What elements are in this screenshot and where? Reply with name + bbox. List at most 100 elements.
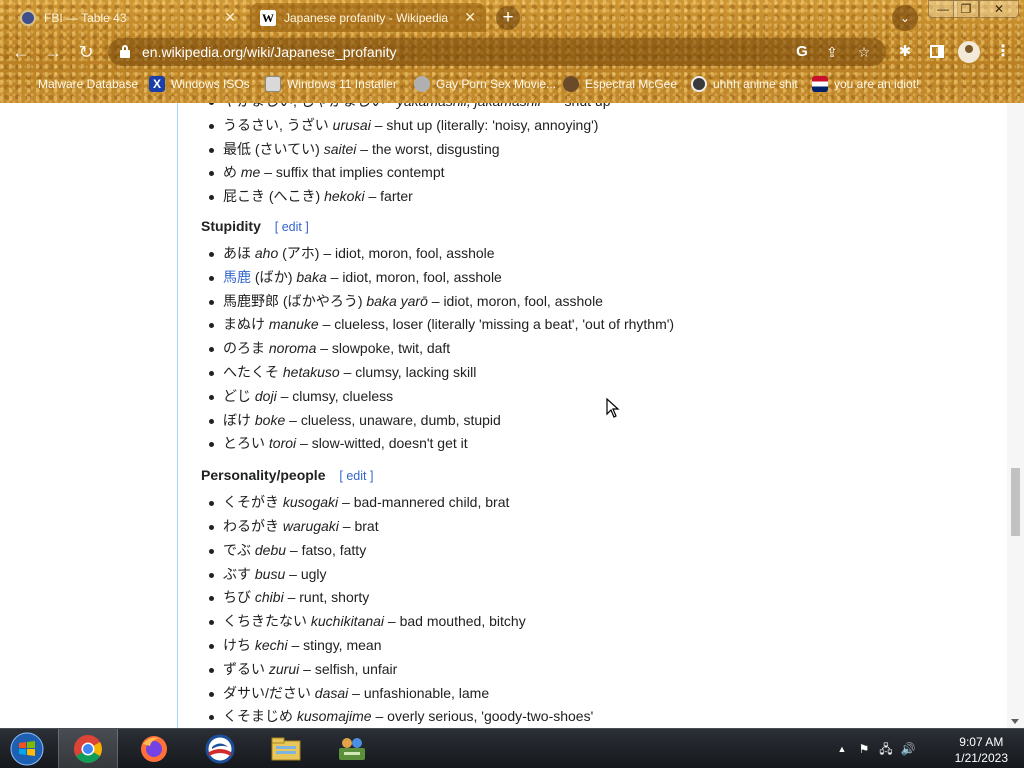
taskbar-chrome[interactable] (58, 729, 118, 768)
term-japanese: とろい (223, 435, 265, 452)
term-japanese: 馬鹿野郎 (ばかやろう) (223, 292, 363, 309)
close-tab-icon[interactable]: ✕ (464, 9, 476, 26)
bookmark-star-icon[interactable]: ☆ (854, 42, 874, 62)
bookmark-gay-porn-sex-movie[interactable]: Gay Porn Sex Movie... (414, 75, 556, 93)
mouse-cursor-icon (606, 398, 620, 418)
term-item: 最低 (さいてい) saitei – the worst, disgusting (201, 138, 981, 162)
taskbar-firefox[interactable] (124, 729, 184, 768)
windows-taskbar: ▲ ⚑ 🖧 🔊 9:07 AM 1/21/2023 (0, 728, 1024, 768)
bookmark-label: Gay Porn Sex Movie... (436, 77, 557, 91)
term-meaning: – clumsy, lacking skill (339, 363, 477, 380)
term-item: わるがき warugaki – brat (201, 515, 981, 539)
bookmark-uhhh-anime-shit[interactable]: uhhh anime shit (691, 75, 798, 93)
term-item: め me – suffix that implies contempt (201, 161, 981, 185)
term-japanese: くちきたない (223, 613, 307, 630)
bookmark-label: uhhh anime shit (713, 77, 798, 91)
lock-icon[interactable] (120, 45, 130, 58)
edit-link-anchor[interactable]: edit (346, 469, 366, 483)
term-item: くそがき kusogaki – bad-mannered child, brat (201, 491, 981, 515)
term-item: ぼけ boke – clueless, unaware, dumb, stupi… (201, 409, 981, 433)
taskbar-file-explorer[interactable] (256, 729, 316, 768)
installer-icon (265, 76, 281, 92)
term-romaji: toroi (268, 435, 297, 452)
tab-japanese-profanity[interactable]: W Japanese profanity - Wikipedia ✕ (250, 3, 486, 32)
term-japanese: ぼけ (223, 411, 251, 428)
tab-fbi-table[interactable]: FBI — Table 43 ✕ (10, 3, 246, 32)
bookmark-you-are-an-idiot[interactable]: you are an idiot! (812, 75, 919, 93)
maximize-button[interactable]: ❐ (953, 0, 979, 18)
address-bar[interactable]: en.wikipedia.org/wiki/Japanese_profanity… (108, 38, 886, 66)
term-item: 馬鹿野郎 (ばかやろう) baka yarō – idiot, moron, f… (201, 290, 981, 314)
term-japanese: やかましい, じゃかましい~ (223, 103, 393, 109)
vertical-scrollbar[interactable] (1007, 103, 1024, 728)
back-button[interactable]: ← (9, 40, 33, 64)
term-item: けち kechi – stingy, mean (201, 634, 981, 658)
reload-button[interactable]: ↻ (74, 40, 98, 64)
term-meaning: – idiot, moron, fool, asshole (326, 268, 502, 285)
start-button[interactable] (0, 729, 54, 768)
term-item: やかましい, じゃかましい~ yakamashii, jakamashii~ –… (201, 103, 981, 114)
tab-title: Japanese profanity - Wikipedia (284, 10, 449, 25)
close-tab-icon[interactable]: ✕ (224, 9, 236, 26)
edit-link: [ edit ] (339, 469, 374, 484)
term-link[interactable]: 馬鹿 (223, 269, 251, 285)
term-meaning: – idiot, moron, fool, asshole (319, 244, 495, 261)
term-meaning: – stingy, mean (287, 636, 382, 653)
bookmark-windows-isos[interactable]: X Windows ISOs (149, 75, 250, 93)
fbi-seal-icon (20, 9, 36, 26)
side-panel-icon[interactable] (926, 41, 948, 63)
term-japanese: 屁こき (へこき) (223, 188, 321, 205)
term-meaning: – suffix that implies contempt (260, 164, 445, 181)
term-japanese: くそまじめ (223, 708, 293, 725)
term-japanese: どじ (223, 387, 251, 404)
term-meaning: – shut up (literally: 'noisy, annoying') (370, 116, 599, 133)
scroll-down-arrow[interactable] (1011, 719, 1019, 724)
url-text[interactable]: en.wikipedia.org/wiki/Japanese_profanity (142, 44, 396, 60)
google-lens-icon[interactable]: G (792, 42, 812, 62)
term-japanese: ぶす (223, 565, 251, 582)
term-romaji: hekoki (324, 188, 365, 205)
term-meaning: – selfish, unfair (299, 660, 398, 677)
close-window-button[interactable]: ✕ (979, 0, 1019, 18)
term-meaning: – bad mouthed, bitchy (384, 613, 526, 630)
bookmark-label: you are an idiot! (834, 77, 920, 91)
share-icon[interactable]: ⇪ (822, 42, 842, 62)
show-hidden-icons-chevron-icon[interactable]: ▲ (834, 741, 850, 757)
term-item: 馬鹿 (ばか) baka – idiot, moron, fool, assho… (201, 266, 981, 290)
bookmark-espectral-mcgee[interactable]: Espectral McGee (563, 75, 677, 93)
action-center-flag-icon[interactable]: ⚑ (856, 741, 872, 757)
term-japanese: のろま (223, 340, 265, 357)
tab-title: FBI — Table 43 (44, 10, 127, 25)
term-meaning: – slowpoke, twit, daft (316, 340, 451, 357)
scrollbar-thumb[interactable] (1011, 468, 1020, 536)
term-japanese: けち (223, 636, 251, 653)
clock[interactable]: 9:07 AM 1/21/2023 (955, 734, 1008, 766)
bookmark-windows-11-installer[interactable]: Windows 11 Installer (265, 75, 397, 93)
term-japanese: (ばか) (251, 268, 293, 285)
network-icon[interactable]: 🖧 (878, 741, 894, 757)
term-item: どじ doji – clumsy, clueless (201, 385, 981, 409)
clock-time: 9:07 AM (959, 735, 1004, 749)
term-item: へたくそ hetakuso – clumsy, lacking skill (201, 361, 981, 385)
term-katakana: (アホ) (278, 244, 320, 261)
term-meaning: – fatso, fatty (286, 541, 367, 558)
term-meaning: – unfashionable, lame (348, 684, 490, 701)
tab-search-button[interactable]: ⌄ (892, 5, 918, 31)
taskbar-network-users[interactable] (322, 729, 382, 768)
edit-link-anchor[interactable]: edit (282, 220, 302, 234)
term-japanese: くそがき (223, 494, 279, 511)
term-meaning: – ugly (285, 565, 327, 582)
section-heading-stupidity: Stupidity [ edit ] (201, 217, 309, 234)
bookmark-malware-database[interactable]: Malware Database (38, 75, 138, 93)
forward-button[interactable]: → (41, 40, 65, 64)
taskbar-obama-logo[interactable] (190, 729, 250, 768)
extensions-puzzle-icon[interactable]: ✱ (894, 41, 916, 63)
chrome-icon (74, 735, 102, 763)
new-tab-button[interactable]: + (496, 6, 520, 30)
term-item: ちび chibi – runt, shorty (201, 586, 981, 610)
volume-icon[interactable]: 🔊 (900, 741, 916, 757)
bookmark-label: Malware Database (38, 77, 139, 91)
kebab-menu-icon[interactable]: ⋮ (992, 41, 1014, 63)
term-japanese: ちび (223, 589, 251, 606)
profile-avatar-icon[interactable] (958, 41, 980, 63)
